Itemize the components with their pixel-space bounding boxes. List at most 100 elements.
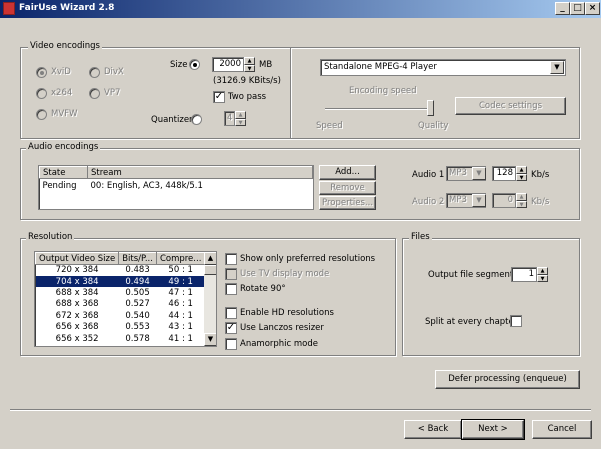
segments-label: Output file segments: [428, 270, 518, 280]
segments-input[interactable]: 1: [511, 267, 537, 282]
rotate-checkbox[interactable]: [225, 283, 237, 295]
title-bar[interactable]: FairUse Wizard 2.8 _ □ ×: [0, 0, 601, 18]
spin-down-icon[interactable]: ▼: [235, 119, 246, 126]
back-button[interactable]: < Back: [404, 420, 462, 439]
chevron-down-icon[interactable]: ▼: [472, 167, 486, 180]
cancel-button[interactable]: Cancel: [532, 420, 592, 439]
vp7-label: VP7: [104, 88, 121, 98]
maximize-button[interactable]: □: [570, 2, 585, 15]
table-row[interactable]: 688 x 368 0.527 46 : 1: [36, 299, 205, 310]
table-row[interactable]: 672 x 368 0.540 44 : 1: [36, 310, 205, 321]
table-row[interactable]: 656 x 368 0.553 43 : 1: [36, 321, 205, 332]
table-row[interactable]: Pending 00: English, AC3, 448k/5.1: [40, 179, 313, 191]
segments-spinner[interactable]: ▲ ▼: [537, 267, 548, 282]
spin-up-icon[interactable]: ▲: [235, 111, 246, 119]
audio2-unit: Kb/s: [531, 197, 550, 207]
bitrate-readout: (3126.9 KBits/s): [213, 76, 281, 86]
size-spinner[interactable]: ▲ ▼: [244, 57, 255, 72]
spin-down-icon[interactable]: ▼: [516, 201, 527, 208]
add-audio-button[interactable]: Add...: [319, 165, 376, 180]
spin-down-icon[interactable]: ▼: [244, 65, 255, 72]
xvid-radio[interactable]: [36, 67, 47, 78]
resolution-compression: 50 : 1: [168, 265, 193, 276]
spin-up-icon[interactable]: ▲: [516, 193, 527, 201]
speed-label: Speed: [316, 121, 343, 131]
properties-audio-button[interactable]: Properties...: [319, 196, 376, 210]
app-icon: [3, 2, 15, 15]
next-button[interactable]: Next >: [461, 419, 525, 440]
column-header-stream[interactable]: Stream: [87, 166, 313, 179]
resolution-compression: 47 : 1: [168, 287, 193, 298]
hd-resolutions-checkbox[interactable]: [225, 307, 237, 319]
table-row[interactable]: 656 x 352 0.578 41 : 1: [36, 333, 205, 344]
resolution-legend: Resolution: [26, 232, 75, 242]
column-header-compression[interactable]: Compre...: [155, 252, 206, 265]
two-pass-label: Two pass: [228, 92, 267, 102]
quantizer-input[interactable]: 4: [224, 111, 235, 126]
window-title: FairUse Wizard 2.8: [19, 3, 115, 13]
quality-label: Quality: [418, 121, 449, 131]
audio2-bitrate-input[interactable]: 0: [492, 193, 516, 208]
spin-down-icon[interactable]: ▼: [516, 174, 527, 181]
audio-streams-list[interactable]: State Stream Pending 00: English, AC3, 4…: [38, 165, 314, 210]
spin-up-icon[interactable]: ▲: [537, 267, 548, 275]
show-preferred-checkbox[interactable]: [225, 253, 237, 265]
audio1-bitrate-input[interactable]: 128: [492, 166, 516, 181]
resolution-bits: 0.540: [125, 310, 150, 321]
audio2-label: Audio 2: [412, 197, 445, 207]
table-row-selected[interactable]: 704 x 384 0.494 49 : 1: [35, 275, 205, 288]
mvfw-radio[interactable]: [36, 109, 47, 120]
defer-processing-button[interactable]: Defer processing (enqueue): [435, 370, 580, 389]
size-radio[interactable]: [189, 59, 200, 70]
quantizer-spinner[interactable]: ▲ ▼: [235, 111, 246, 126]
speed-slider-track[interactable]: [325, 108, 433, 110]
resolution-scrollbar[interactable]: ▲ ▼: [204, 252, 216, 346]
column-header-bits-per-pixel[interactable]: Bits/P...: [118, 252, 157, 265]
spin-down-icon[interactable]: ▼: [537, 275, 548, 282]
player-profile-select[interactable]: Standalone MPEG-4 Player: [320, 59, 566, 76]
audio1-codec-value: MP3: [449, 168, 467, 178]
speed-slider-thumb[interactable]: [427, 100, 434, 116]
divx-radio[interactable]: [89, 67, 100, 78]
resolution-compression: 41 : 1: [168, 333, 193, 344]
spin-up-icon[interactable]: ▲: [244, 57, 255, 65]
scroll-up-icon[interactable]: ▲: [204, 252, 216, 265]
close-button[interactable]: ×: [585, 2, 600, 15]
split-chapter-checkbox[interactable]: [510, 315, 522, 327]
minimize-button[interactable]: _: [555, 2, 570, 15]
stream-description: 00: English, AC3, 448k/5.1: [90, 181, 203, 191]
resolution-size: 688 x 384: [55, 287, 99, 298]
two-pass-checkbox[interactable]: ✓: [213, 91, 225, 103]
divx-label: DivX: [104, 67, 124, 77]
size-input[interactable]: 2000: [212, 57, 244, 72]
table-row[interactable]: 688 x 384 0.505 47 : 1: [36, 287, 205, 298]
resolution-compression: 49 : 1: [156, 275, 205, 288]
codec-settings-button[interactable]: Codec settings: [455, 97, 566, 115]
quantizer-radio[interactable]: [191, 114, 202, 125]
resolution-compression: 43 : 1: [168, 322, 193, 333]
spin-up-icon[interactable]: ▲: [516, 166, 527, 174]
table-row[interactable]: 720 x 384 0.483 50 : 1: [36, 265, 205, 276]
audio2-codec-value: MP3: [449, 195, 467, 205]
tv-display-checkbox[interactable]: [225, 268, 237, 280]
lanczos-checkbox[interactable]: ✓: [225, 322, 237, 334]
anamorphic-checkbox[interactable]: [225, 338, 237, 350]
player-profile-value: Standalone MPEG-4 Player: [324, 62, 437, 72]
scrollbar-thumb[interactable]: [204, 265, 216, 275]
resolution-bits: 0.578: [125, 333, 150, 344]
vp7-radio[interactable]: [89, 88, 100, 99]
rotate-label: Rotate 90°: [240, 284, 286, 294]
remove-audio-button[interactable]: Remove: [319, 181, 376, 195]
anamorphic-label: Anamorphic mode: [240, 339, 319, 349]
resolution-list[interactable]: Output Video Size Bits/P... Compre... 72…: [34, 251, 217, 347]
size-unit: MB: [259, 60, 273, 70]
audio2-bitrate-spinner[interactable]: ▲ ▼: [516, 193, 527, 208]
chevron-down-icon[interactable]: ▼: [472, 194, 486, 207]
audio1-bitrate-spinner[interactable]: ▲ ▼: [516, 166, 527, 181]
encoding-speed-label: Encoding speed: [349, 86, 417, 96]
column-header-state[interactable]: State: [39, 166, 88, 179]
scroll-down-icon[interactable]: ▼: [204, 333, 216, 346]
chevron-down-icon[interactable]: ▼: [550, 61, 564, 74]
column-header-output-size[interactable]: Output Video Size: [35, 252, 120, 265]
x264-radio[interactable]: [36, 88, 47, 99]
